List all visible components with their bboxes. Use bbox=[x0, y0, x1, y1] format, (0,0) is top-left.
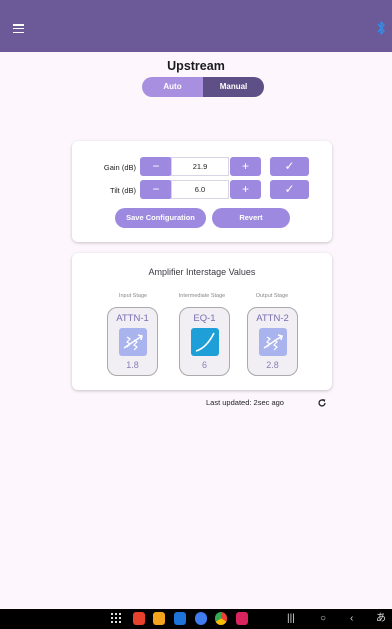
gain-label: Gain (dB) bbox=[103, 163, 136, 172]
app-drawer-icon[interactable] bbox=[111, 613, 121, 624]
save-configuration-button[interactable]: Save Configuration bbox=[115, 208, 206, 228]
back-icon[interactable]: ‹ bbox=[350, 612, 353, 625]
attenuator-icon bbox=[119, 328, 147, 356]
gain-input[interactable]: 21.9 bbox=[171, 157, 229, 176]
attenuator-icon bbox=[259, 328, 287, 356]
app-icon-red[interactable] bbox=[133, 612, 145, 625]
mode-auto-button[interactable]: Auto bbox=[142, 77, 203, 97]
app-icon-blue[interactable] bbox=[174, 612, 186, 625]
refresh-icon[interactable] bbox=[317, 398, 327, 408]
page-title: Upstream bbox=[167, 59, 225, 73]
mode-toggle[interactable]: Auto Manual bbox=[142, 77, 264, 97]
stage-tile-attn-1[interactable]: ATTN-1 1.8 bbox=[107, 307, 158, 376]
gain-increment-button[interactable]: + bbox=[230, 157, 261, 176]
tilt-decrement-button[interactable]: − bbox=[140, 180, 172, 199]
keyboard-ime-icon[interactable]: あ bbox=[376, 612, 386, 625]
system-navigation-bar: ||| ○ ‹ あ bbox=[0, 609, 392, 629]
tilt-apply-button[interactable]: ✓ bbox=[270, 180, 309, 199]
stage-name: ATTN-1 bbox=[116, 313, 149, 324]
stage-value: 2.8 bbox=[266, 360, 279, 370]
app-bar bbox=[0, 0, 392, 52]
mode-manual-button[interactable]: Manual bbox=[203, 77, 264, 97]
revert-button[interactable]: Revert bbox=[212, 208, 290, 228]
recents-icon[interactable]: ||| bbox=[287, 612, 295, 625]
tilt-input[interactable]: 6.0 bbox=[171, 180, 229, 199]
tilt-label: Tilt (dB) bbox=[110, 186, 136, 195]
equalizer-curve-icon bbox=[191, 328, 219, 356]
stage-tile-eq-1[interactable]: EQ-1 6 bbox=[179, 307, 230, 376]
stage-caption-output: Output Stage bbox=[255, 293, 289, 299]
last-updated-text: Last updated: 2sec ago bbox=[206, 398, 284, 407]
chrome-icon[interactable] bbox=[215, 612, 227, 625]
stage-value: 1.8 bbox=[126, 360, 139, 370]
tilt-increment-button[interactable]: + bbox=[230, 180, 261, 199]
stage-tile-attn-2[interactable]: ATTN-2 2.8 bbox=[247, 307, 298, 376]
stage-caption-input: Input Stage bbox=[118, 293, 148, 299]
app-icon-messages[interactable] bbox=[195, 612, 207, 625]
stage-name: EQ-1 bbox=[193, 313, 216, 324]
stage-caption-intermediate: Intermediate Stage bbox=[178, 293, 226, 299]
app-icon-yellow[interactable] bbox=[153, 612, 165, 625]
app-icon-pink[interactable] bbox=[236, 612, 248, 625]
bluetooth-icon[interactable] bbox=[376, 18, 386, 38]
stage-value: 6 bbox=[201, 360, 207, 370]
menu-icon[interactable] bbox=[13, 24, 24, 34]
home-icon[interactable]: ○ bbox=[320, 612, 326, 625]
gain-decrement-button[interactable]: − bbox=[140, 157, 172, 176]
interstage-title: Amplifier Interstage Values bbox=[148, 267, 256, 277]
gain-apply-button[interactable]: ✓ bbox=[270, 157, 309, 176]
stage-name: ATTN-2 bbox=[256, 313, 289, 324]
